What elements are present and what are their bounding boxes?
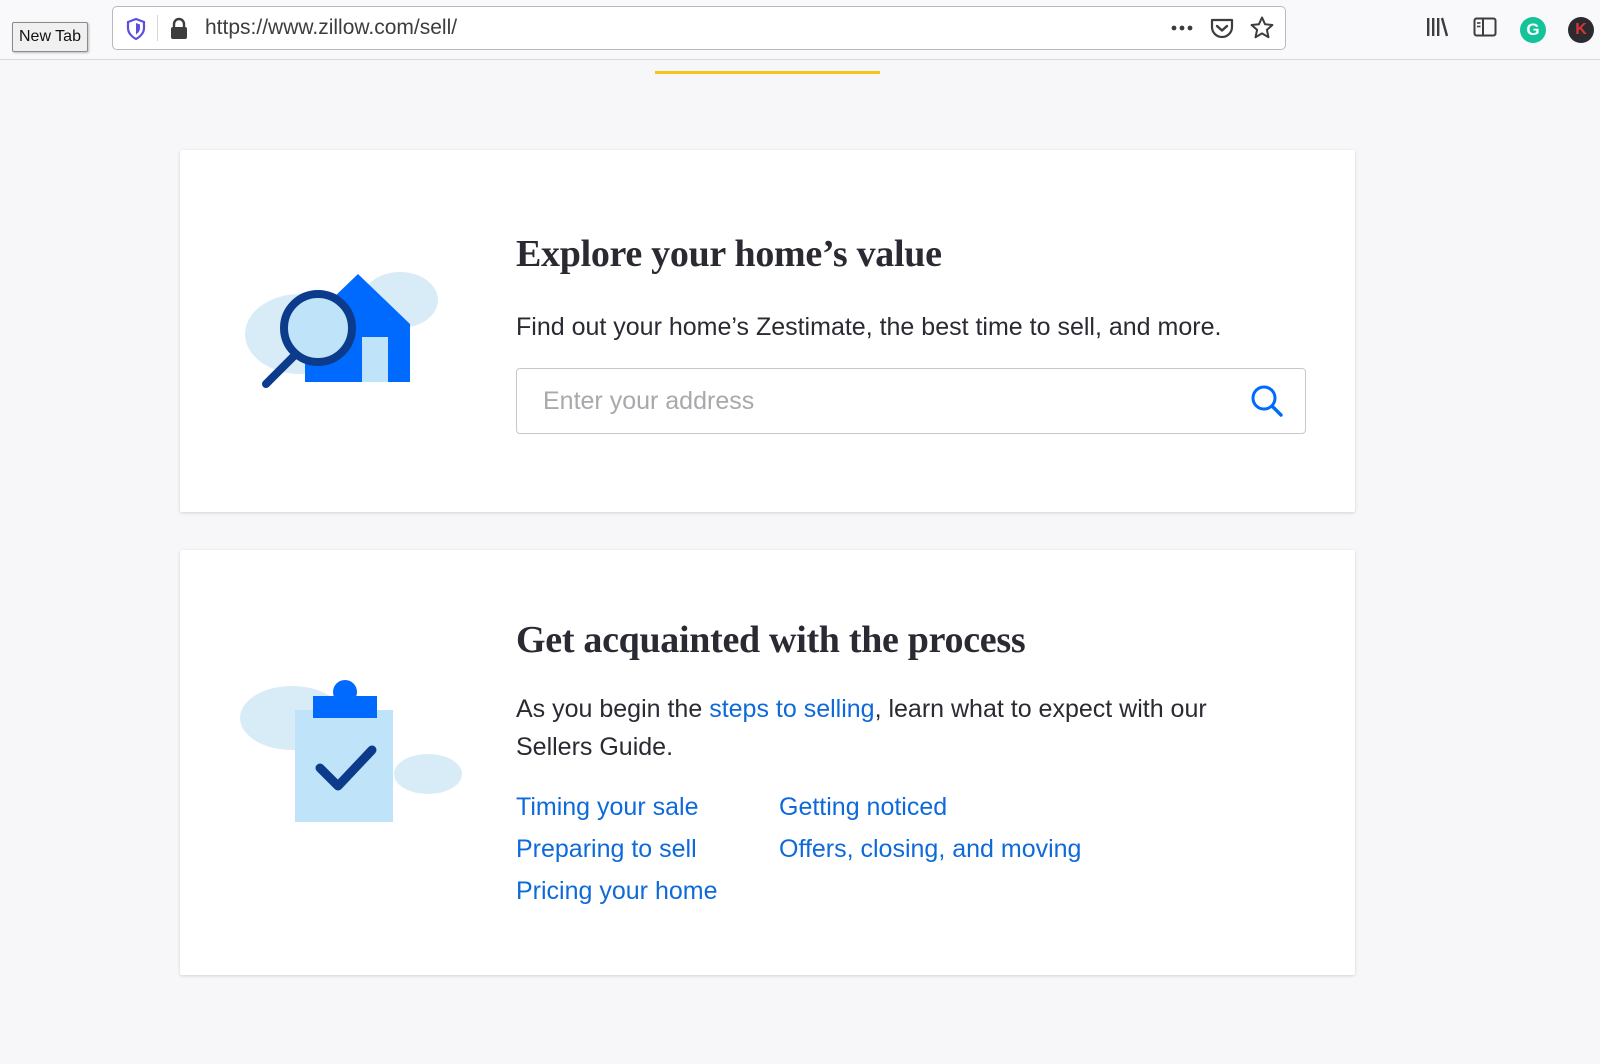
offers-closing-moving-link[interactable]: Offers, closing, and moving: [779, 828, 1081, 870]
library-icon[interactable]: [1424, 14, 1450, 45]
timing-your-sale-link[interactable]: Timing your sale: [516, 786, 717, 828]
process-description: As you begin the steps to selling, learn…: [516, 690, 1276, 766]
new-tab-tooltip: New Tab: [12, 22, 88, 52]
lock-icon[interactable]: [169, 17, 189, 46]
toolbar-right: G K: [1400, 14, 1600, 45]
tracking-shield-icon[interactable]: [125, 17, 147, 46]
home-value-title: Explore your home’s value: [516, 233, 942, 275]
process-card: Get acquainted with the process As you b…: [180, 550, 1355, 975]
preparing-to-sell-link[interactable]: Preparing to sell: [516, 828, 717, 870]
browser-toolbar: New Tab https://www.zillow.com/sell/ G K: [0, 0, 1600, 60]
bookmark-star-icon[interactable]: [1249, 15, 1275, 46]
sidebar-icon[interactable]: [1472, 14, 1498, 45]
home-value-card: Explore your home’s value Find out your …: [180, 150, 1355, 512]
grammarly-extension-icon[interactable]: G: [1520, 16, 1546, 43]
clipboard-checklist-illustration-icon: [240, 680, 462, 822]
address-bar[interactable]: https://www.zillow.com/sell/: [112, 6, 1286, 50]
getting-noticed-link[interactable]: Getting noticed: [779, 786, 1081, 828]
pocket-icon[interactable]: [1209, 15, 1235, 46]
home-search-illustration-icon: [245, 272, 438, 388]
page-actions-icon[interactable]: [1169, 15, 1195, 46]
process-description-text: As you begin the: [516, 695, 710, 723]
pricing-your-home-link[interactable]: Pricing your home: [516, 870, 717, 912]
home-value-description: Find out your home’s Zestimate, the best…: [516, 313, 1222, 341]
links-column-1: Timing your sale Preparing to sell Prici…: [516, 786, 717, 912]
address-search-box: [516, 368, 1306, 434]
active-nav-underline: [655, 71, 880, 74]
process-title: Get acquainted with the process: [516, 619, 1026, 661]
profile-avatar[interactable]: K: [1568, 16, 1594, 43]
urlbar-separator: [157, 15, 158, 41]
links-column-2: Getting noticed Offers, closing, and mov…: [779, 786, 1081, 870]
search-icon[interactable]: [1249, 383, 1285, 424]
steps-to-selling-link[interactable]: steps to selling: [709, 695, 874, 723]
url-text[interactable]: https://www.zillow.com/sell/: [205, 7, 457, 49]
address-input[interactable]: [517, 369, 1217, 433]
